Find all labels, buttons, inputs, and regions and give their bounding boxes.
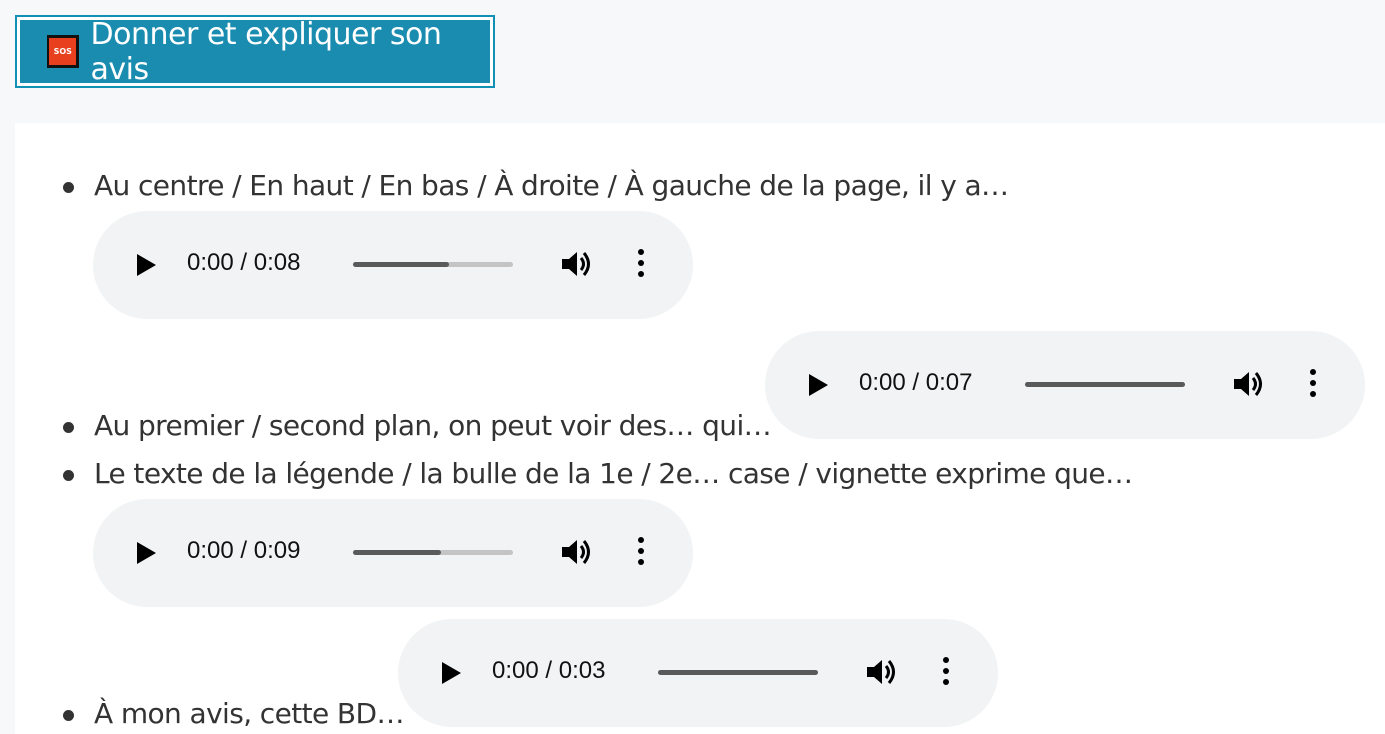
- audio-player[interactable]: 0:00 / 0:08: [93, 211, 693, 319]
- list-item-text: Le texte de la légende / la bulle de la …: [94, 457, 1133, 490]
- more-vert-icon[interactable]: [631, 249, 651, 281]
- play-icon[interactable]: [809, 374, 828, 396]
- content-panel: Au centre / En haut / En bas / À droite …: [15, 123, 1385, 734]
- play-icon[interactable]: [137, 542, 156, 564]
- audio-player[interactable]: 0:00 / 0:07: [765, 331, 1365, 439]
- volume-icon[interactable]: [560, 537, 594, 567]
- audio-buffered: [1025, 382, 1185, 387]
- audio-buffered: [658, 670, 818, 675]
- header-title: Donner et expliquer son avis: [90, 16, 442, 87]
- more-vert-icon[interactable]: [631, 537, 651, 569]
- list-item-text: À mon avis, cette BD…: [94, 697, 404, 730]
- header-button-frame: SOS Donner et expliquer son avis: [15, 15, 495, 88]
- audio-buffered: [353, 550, 441, 555]
- sos-icon-label: SOS: [49, 38, 77, 65]
- more-vert-icon[interactable]: [936, 657, 956, 689]
- list-item-text: Au centre / En haut / En bas / À droite …: [94, 169, 1009, 202]
- more-vert-icon[interactable]: [1303, 369, 1323, 401]
- audio-buffered: [353, 262, 449, 267]
- list-bullet: [63, 422, 74, 433]
- list-bullet: [63, 470, 74, 481]
- list-bullet: [63, 182, 74, 193]
- audio-progress-bar[interactable]: [658, 670, 818, 675]
- audio-time: 0:00 / 0:03: [492, 657, 606, 684]
- header-button[interactable]: SOS Donner et expliquer son avis: [20, 17, 490, 87]
- list-item-text: Au premier / second plan, on peut voir d…: [94, 409, 772, 442]
- audio-time: 0:00 / 0:09: [187, 537, 301, 564]
- audio-progress-bar[interactable]: [353, 262, 513, 267]
- play-icon[interactable]: [137, 254, 156, 276]
- audio-progress-bar[interactable]: [353, 550, 513, 555]
- audio-progress-bar[interactable]: [1025, 382, 1185, 387]
- sos-icon: SOS: [47, 35, 79, 68]
- audio-time: 0:00 / 0:07: [859, 369, 973, 396]
- play-icon[interactable]: [442, 662, 461, 684]
- volume-icon[interactable]: [1232, 369, 1266, 399]
- list-bullet: [63, 710, 74, 721]
- volume-icon[interactable]: [560, 249, 594, 279]
- audio-player[interactable]: 0:00 / 0:09: [93, 499, 693, 607]
- volume-icon[interactable]: [865, 657, 899, 687]
- audio-player[interactable]: 0:00 / 0:03: [398, 619, 998, 727]
- audio-time: 0:00 / 0:08: [187, 249, 301, 276]
